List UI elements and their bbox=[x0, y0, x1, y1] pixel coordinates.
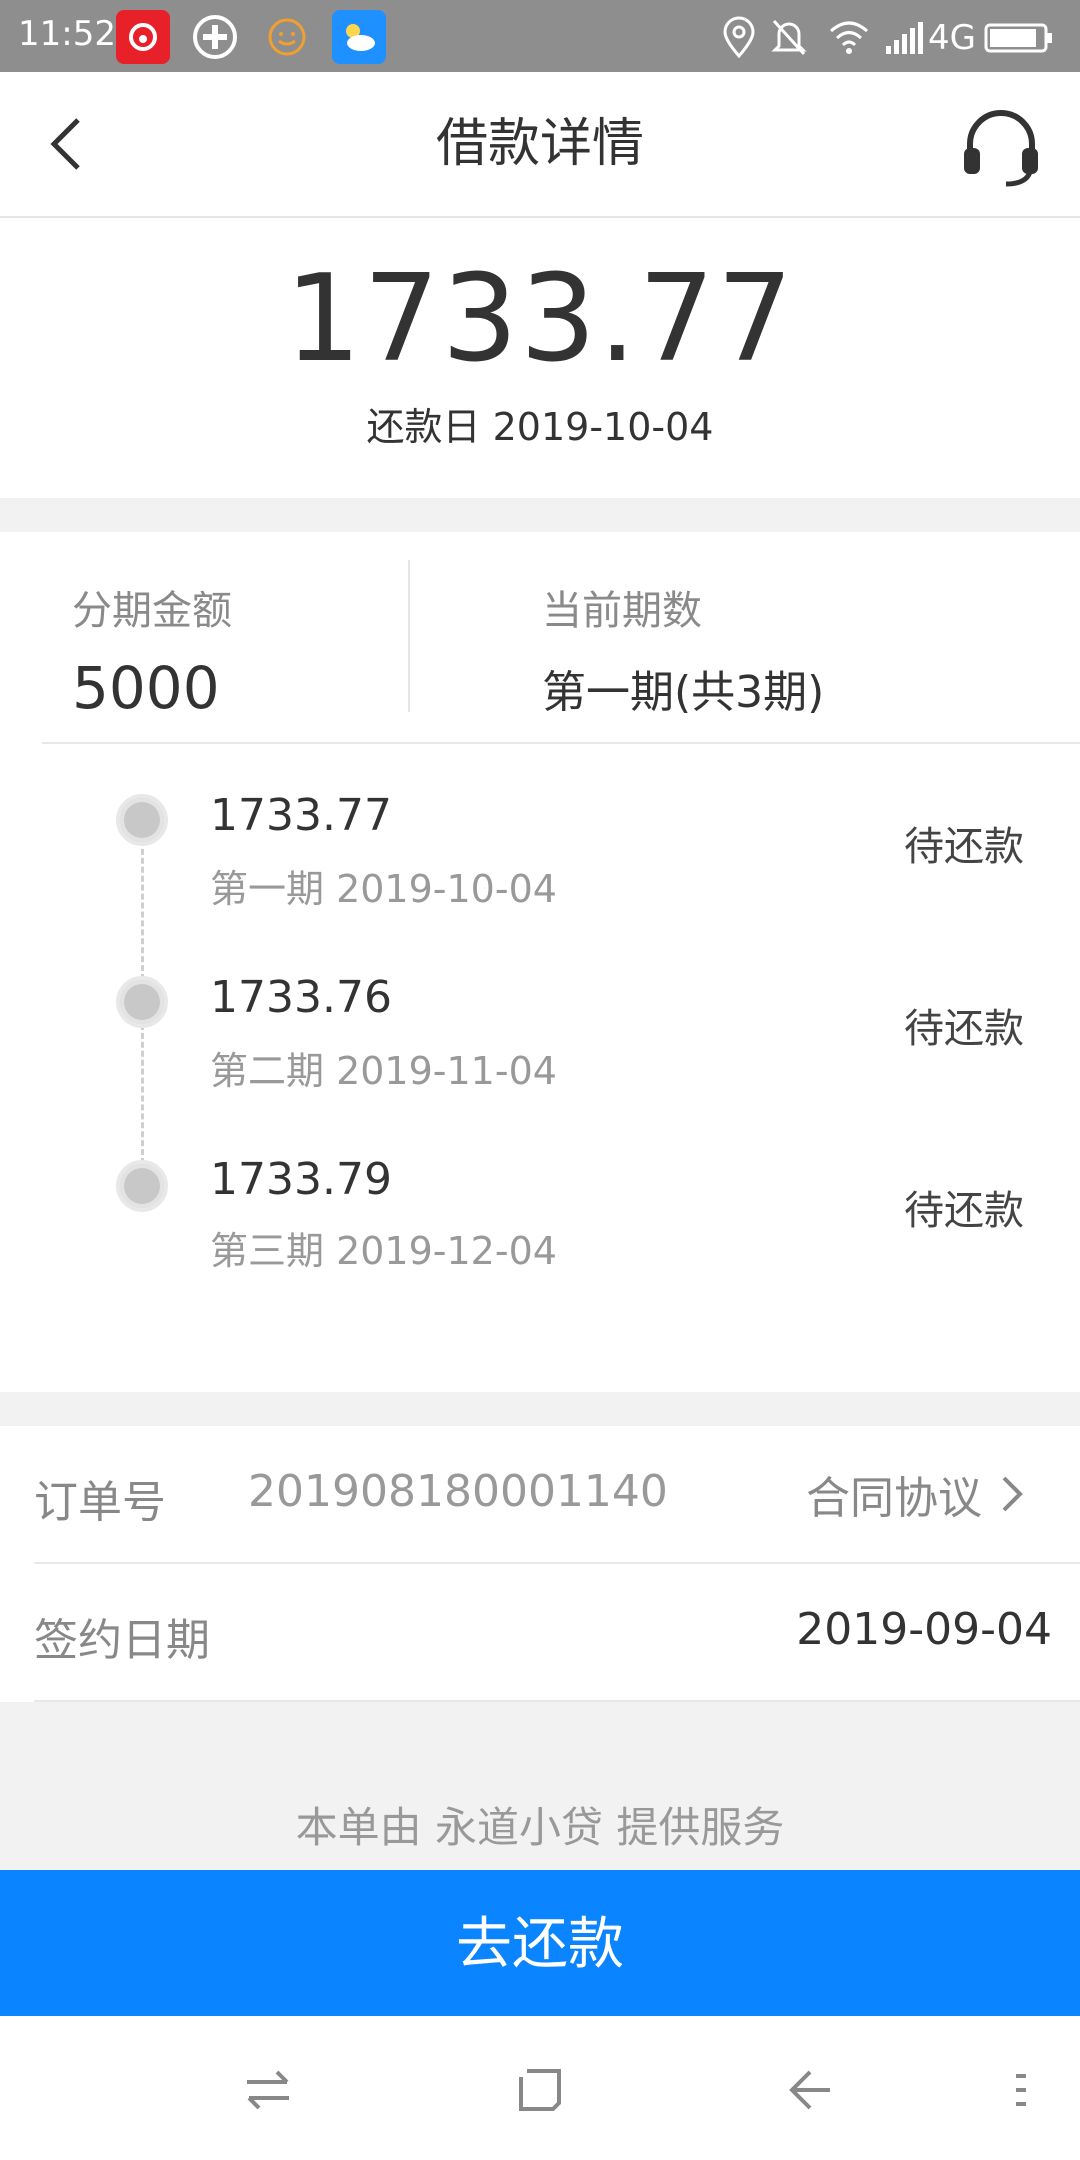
plan-divider bbox=[408, 560, 410, 712]
system-nav-bar bbox=[0, 2016, 1080, 2160]
installment-amount-value: 5000 bbox=[72, 654, 220, 722]
netease-music-icon bbox=[116, 10, 170, 64]
smiley-icon bbox=[260, 10, 314, 64]
timeline-dot bbox=[116, 794, 168, 846]
weather-icon bbox=[332, 10, 386, 64]
page-title: 借款详情 bbox=[435, 114, 644, 174]
back-nav-icon[interactable] bbox=[780, 2060, 840, 2120]
current-period-label: 当前期数 bbox=[542, 588, 702, 634]
installment-2-status: 待还款 bbox=[904, 1006, 1024, 1052]
location-icon bbox=[712, 10, 766, 64]
plus-circle-icon bbox=[188, 10, 242, 64]
installment-1-amount: 1733.77 bbox=[210, 790, 392, 841]
order-divider-bottom bbox=[34, 1700, 1080, 1702]
sign-date-label: 签约日期 bbox=[34, 1615, 210, 1666]
battery-icon bbox=[984, 22, 1054, 58]
timeline-line bbox=[141, 840, 144, 980]
installment-1-date: 第一期 2019-10-04 bbox=[210, 867, 557, 911]
customer-service-icon[interactable] bbox=[956, 104, 1046, 194]
timeline-dot bbox=[116, 1160, 168, 1212]
provider-note: 本单由 永道小贷 提供服务 bbox=[295, 1803, 785, 1852]
order-divider bbox=[34, 1562, 1080, 1564]
order-number-value: 201908180001140 bbox=[248, 1466, 668, 1517]
sign-date-value: 2019-09-04 bbox=[796, 1604, 1052, 1655]
nav-bar: 借款详情 bbox=[0, 72, 1080, 218]
order-number-label: 订单号 bbox=[34, 1477, 166, 1528]
installment-amount-label: 分期金额 bbox=[72, 588, 232, 634]
chevron-right-icon bbox=[1002, 1476, 1023, 1512]
status-bar: 11:52 4G bbox=[0, 0, 1080, 72]
installment-3-amount: 1733.79 bbox=[210, 1154, 392, 1205]
repay-date: 还款日 2019-10-04 bbox=[366, 405, 714, 449]
menu-dots-icon[interactable] bbox=[990, 2060, 1050, 2120]
plan-divider-line bbox=[42, 742, 1080, 744]
contract-link-label: 合同协议 bbox=[806, 1473, 982, 1524]
mute-bell-icon bbox=[762, 10, 816, 64]
current-period-value: 第一期(共3期) bbox=[542, 667, 825, 718]
signal-icon bbox=[884, 22, 926, 60]
switch-icon[interactable] bbox=[238, 2060, 298, 2120]
installment-3-status: 待还款 bbox=[904, 1188, 1024, 1234]
status-time: 11:52 bbox=[18, 14, 116, 54]
contract-link[interactable]: 合同协议 bbox=[806, 1462, 1024, 1526]
installment-2-date: 第二期 2019-11-04 bbox=[210, 1049, 557, 1093]
wifi-icon bbox=[822, 10, 876, 64]
current-due-amount: 1733.77 bbox=[284, 250, 796, 389]
network-type: 4G bbox=[928, 18, 976, 58]
home-square-icon[interactable] bbox=[510, 2060, 570, 2120]
repay-button[interactable]: 去还款 bbox=[0, 1870, 1080, 2016]
timeline-dot bbox=[116, 976, 168, 1028]
installment-1-status: 待还款 bbox=[904, 824, 1024, 870]
installment-3-date: 第三期 2019-12-04 bbox=[210, 1229, 557, 1273]
installment-2-amount: 1733.76 bbox=[210, 972, 392, 1023]
timeline-line bbox=[141, 1024, 144, 1164]
